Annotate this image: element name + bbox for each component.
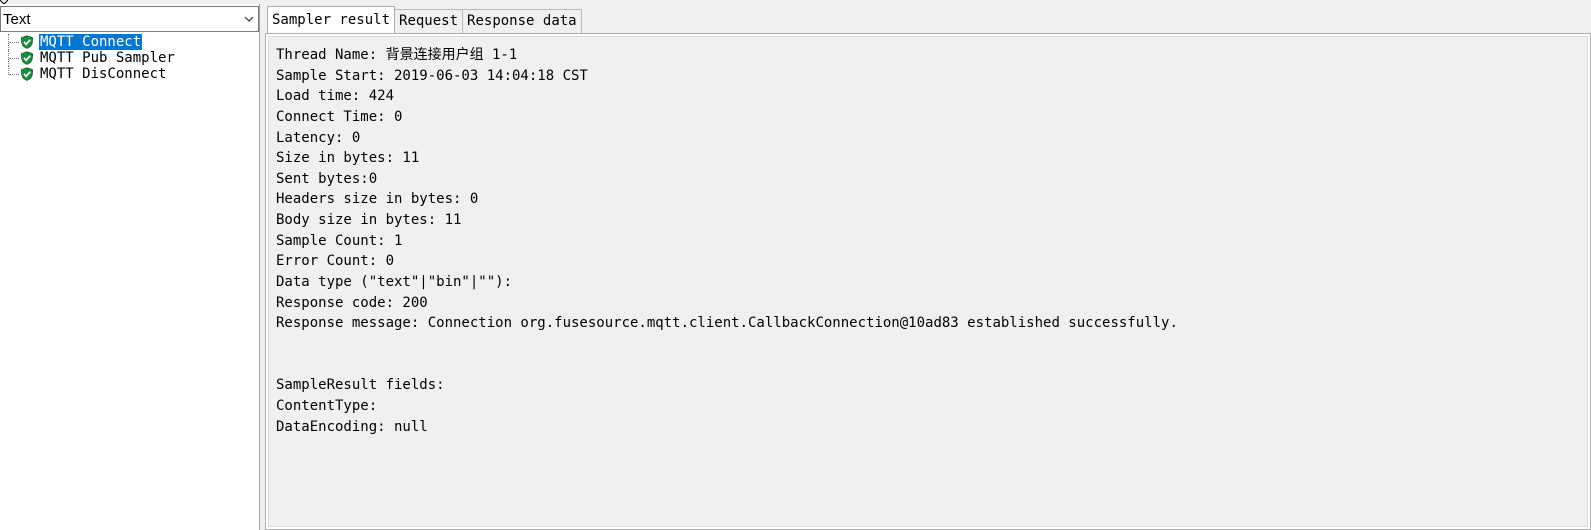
result-line bbox=[276, 355, 1587, 376]
result-line: Latency: 0 bbox=[276, 129, 361, 146]
tree-item-label: MQTT DisConnect bbox=[40, 66, 167, 82]
shield-check-icon bbox=[20, 67, 34, 81]
sampler-result-text[interactable]: Thread Name: 背景连接用户组 1-1 Sample Start: 20… bbox=[268, 36, 1588, 527]
shield-check-icon bbox=[20, 35, 34, 49]
renderer-dropdown[interactable]: Text bbox=[0, 6, 259, 32]
result-line: Response code: 200 bbox=[276, 294, 428, 311]
result-line: Response message: Connection org.fusesou… bbox=[276, 315, 1178, 332]
tab-response-data[interactable]: Response data bbox=[462, 9, 582, 33]
result-details-pane: Sampler result Request Response data Threa… bbox=[263, 4, 1591, 530]
sampler-results-tree: MQTT Connect MQTT Pub Sampler MQTT DisConn… bbox=[0, 33, 258, 82]
result-line: Sent bytes:0 bbox=[276, 170, 378, 187]
result-line: Data type ("text"|"bin"|""): bbox=[276, 274, 521, 291]
result-line: Headers size in bytes: 0 bbox=[276, 191, 479, 208]
tree-item[interactable]: MQTT Pub Sampler bbox=[0, 50, 258, 66]
view-results-tree-window: Text MQTT Connect MQTT Pub Sampler MQTT Di… bbox=[0, 0, 1591, 530]
tree-item-label: MQTT Pub Sampler bbox=[40, 50, 175, 66]
result-line: Body size in bytes: 11 bbox=[276, 212, 462, 229]
tab-request[interactable]: Request bbox=[394, 9, 464, 33]
result-line bbox=[276, 334, 1587, 355]
result-line: Load time: 424 bbox=[276, 88, 395, 105]
result-line: Sample Start: 2019-06-03 14:04:18 CST bbox=[276, 67, 588, 84]
tree-item[interactable]: MQTT DisConnect bbox=[0, 66, 258, 82]
shield-check-icon bbox=[20, 51, 34, 65]
renderer-selected-value: Text bbox=[3, 10, 31, 28]
tab-sampler-result[interactable]: Sampler result bbox=[267, 6, 396, 33]
tree-connector-line bbox=[8, 50, 20, 66]
result-line: SampleResult fields: bbox=[276, 377, 445, 394]
result-line: Size in bytes: 11 bbox=[276, 150, 420, 167]
tab-content-panel: Thread Name: 背景连接用户组 1-1 Sample Start: 20… bbox=[265, 33, 1591, 530]
tree-connector-line bbox=[8, 34, 20, 50]
result-line: ContentType: bbox=[276, 397, 386, 414]
chevron-down-icon[interactable] bbox=[244, 14, 254, 24]
tree-item[interactable]: MQTT Connect bbox=[0, 33, 258, 51]
result-line: Thread Name: 背景连接用户组 1-1 bbox=[276, 47, 518, 63]
result-line: Error Count: 0 bbox=[276, 253, 395, 270]
result-line: Connect Time: 0 bbox=[276, 108, 403, 125]
results-tree-pane: Text MQTT Connect MQTT Pub Sampler MQTT Di… bbox=[0, 4, 260, 530]
tree-item-label: MQTT Connect bbox=[37, 33, 144, 51]
result-tabs: Sampler result Request Response data bbox=[267, 6, 582, 33]
result-line: DataEncoding: null bbox=[276, 418, 428, 435]
result-line: Sample Count: 1 bbox=[276, 232, 403, 249]
tree-connector-line bbox=[8, 66, 20, 75]
